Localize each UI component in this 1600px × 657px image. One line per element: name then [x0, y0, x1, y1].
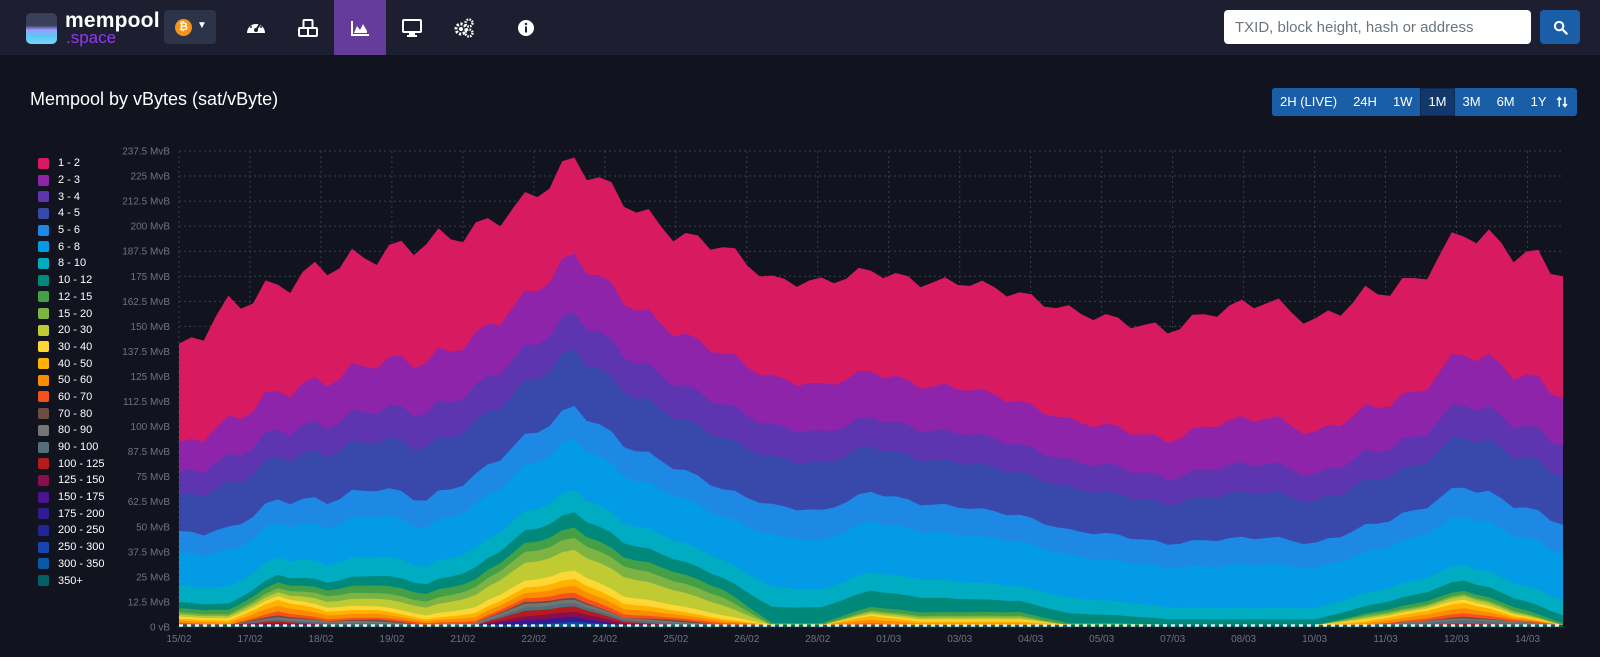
x-tick-label: 25/02	[663, 634, 688, 645]
x-tick-label: 28/02	[805, 634, 830, 645]
y-tick-label: 0 vB	[150, 623, 170, 634]
x-tick-label: 05/03	[1089, 634, 1114, 645]
y-tick-label: 87.5 MvB	[128, 447, 171, 458]
x-tick-label: 01/03	[876, 634, 901, 645]
x-tick-label: 21/02	[450, 634, 475, 645]
x-tick-label: 17/02	[237, 634, 262, 645]
x-tick-label: 07/03	[1160, 634, 1185, 645]
y-tick-label: 100 MvB	[131, 422, 171, 433]
x-tick-label: 03/03	[947, 634, 972, 645]
y-tick-label: 125 MvB	[131, 372, 171, 383]
y-tick-label: 25 MvB	[136, 572, 170, 583]
y-tick-label: 62.5 MvB	[128, 497, 171, 508]
y-tick-label: 187.5 MvB	[122, 247, 170, 258]
y-tick-label: 37.5 MvB	[128, 547, 171, 558]
x-tick-label: 15/02	[166, 634, 191, 645]
mempool-area-chart: 0 vB 12.5 MvB 25 MvB 37.5 MvB 50 MvB 62.5 MvB…	[122, 147, 1563, 645]
x-tick-label: 24/02	[592, 634, 617, 645]
y-tick-label: 112.5 MvB	[123, 397, 170, 408]
y-tick-label: 212.5 MvB	[122, 197, 170, 208]
x-tick-label: 18/02	[308, 634, 333, 645]
x-tick-label: 08/03	[1231, 634, 1256, 645]
x-tick-label: 04/03	[1018, 634, 1043, 645]
x-tick-label: 11/03	[1373, 634, 1398, 645]
x-tick-label: 10/03	[1302, 634, 1327, 645]
y-tick-label: 237.5 MvB	[122, 147, 170, 158]
y-tick-label: 200 MvB	[131, 222, 171, 233]
x-tick-label: 14/03	[1515, 634, 1540, 645]
y-tick-label: 162.5 MvB	[122, 297, 170, 308]
x-tick-label: 26/02	[734, 634, 759, 645]
y-tick-label: 75 MvB	[136, 472, 170, 483]
y-tick-label: 175 MvB	[131, 272, 171, 283]
x-tick-label: 19/02	[379, 634, 404, 645]
y-tick-label: 150 MvB	[131, 322, 171, 333]
y-tick-label: 225 MvB	[131, 172, 171, 183]
y-tick-label: 50 MvB	[136, 522, 170, 533]
y-tick-label: 137.5 MvB	[122, 347, 170, 358]
x-tick-label: 12/03	[1444, 634, 1469, 645]
y-tick-label: 12.5 MvB	[128, 597, 171, 608]
chart-areas	[179, 157, 1563, 627]
x-tick-label: 22/02	[521, 634, 546, 645]
